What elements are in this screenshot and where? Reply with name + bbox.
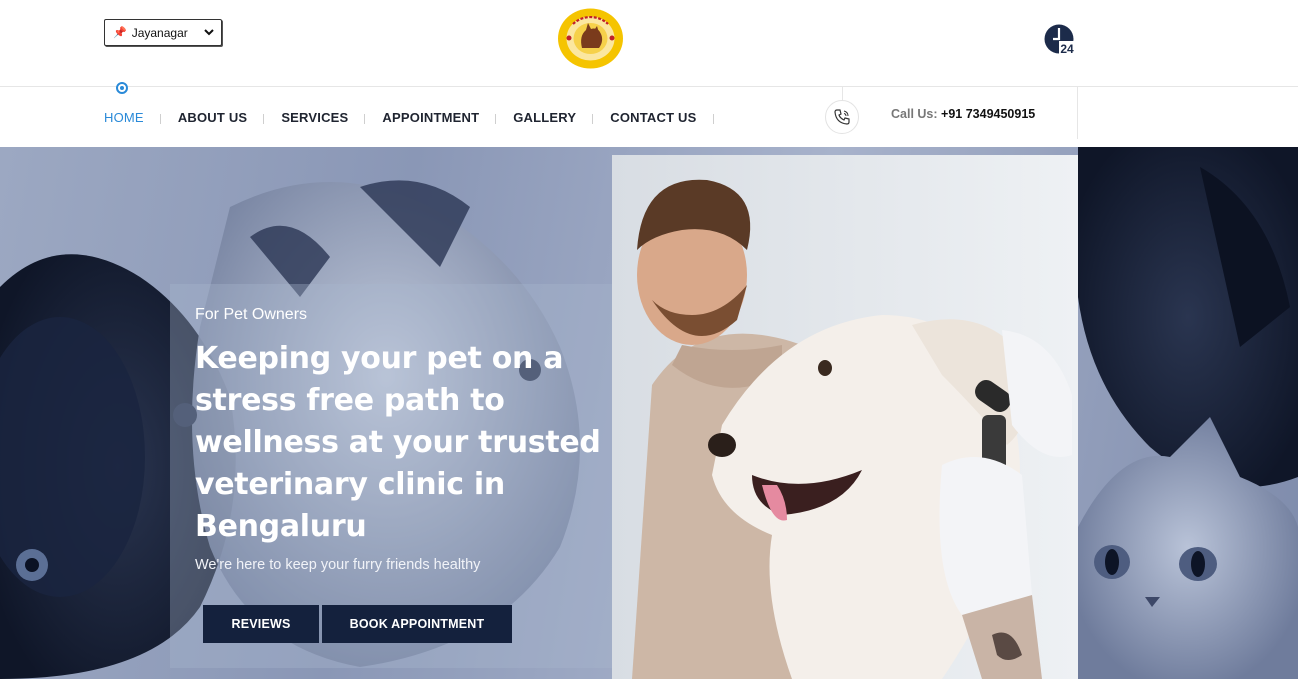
vet-examining-dog-image bbox=[612, 155, 1078, 679]
nav-gallery[interactable]: GALLERY bbox=[513, 110, 594, 125]
nav-about-us[interactable]: ABOUT US bbox=[178, 110, 265, 125]
top-bar: 📌 Jayanagar 24 bbox=[0, 0, 1298, 87]
24-hours-icon: 24 bbox=[1044, 24, 1076, 56]
active-indicator-dot bbox=[116, 82, 128, 94]
nav-services[interactable]: SERVICES bbox=[281, 110, 366, 125]
svg-text:24: 24 bbox=[1060, 42, 1074, 56]
hero-vet-photo bbox=[612, 155, 1078, 679]
book-appointment-button[interactable]: BOOK APPOINTMENT bbox=[322, 605, 512, 643]
call-us-label: Call Us: bbox=[891, 107, 938, 121]
nav-contact-us[interactable]: CONTACT US bbox=[610, 110, 714, 125]
phone-glyph-icon bbox=[834, 109, 850, 125]
pin-icon: 📌 bbox=[113, 27, 127, 39]
phone-icon[interactable] bbox=[825, 100, 859, 134]
divider bbox=[842, 87, 843, 101]
reviews-button[interactable]: REVIEWS bbox=[203, 605, 319, 643]
location-select[interactable]: 📌 Jayanagar bbox=[104, 19, 222, 46]
divider bbox=[1077, 87, 1078, 139]
logo[interactable] bbox=[557, 8, 624, 69]
nav-home[interactable]: HOME bbox=[104, 110, 161, 125]
call-us-number[interactable]: +91 7349450915 bbox=[941, 107, 1035, 121]
chevron-down-icon bbox=[204, 29, 214, 36]
hero-eyebrow: For Pet Owners bbox=[195, 306, 308, 323]
hero-subline: We're here to keep your furry friends he… bbox=[195, 557, 481, 573]
main-nav: HOME ABOUT US SERVICES APPOINTMENT GALLE… bbox=[104, 108, 731, 126]
nav-appointment[interactable]: APPOINTMENT bbox=[382, 110, 497, 125]
call-us[interactable]: Call Us: +91 7349450915 bbox=[891, 107, 1035, 121]
location-select-value: Jayanagar bbox=[131, 25, 188, 40]
hero-headline: Keeping your pet on a stress free path t… bbox=[195, 341, 601, 544]
